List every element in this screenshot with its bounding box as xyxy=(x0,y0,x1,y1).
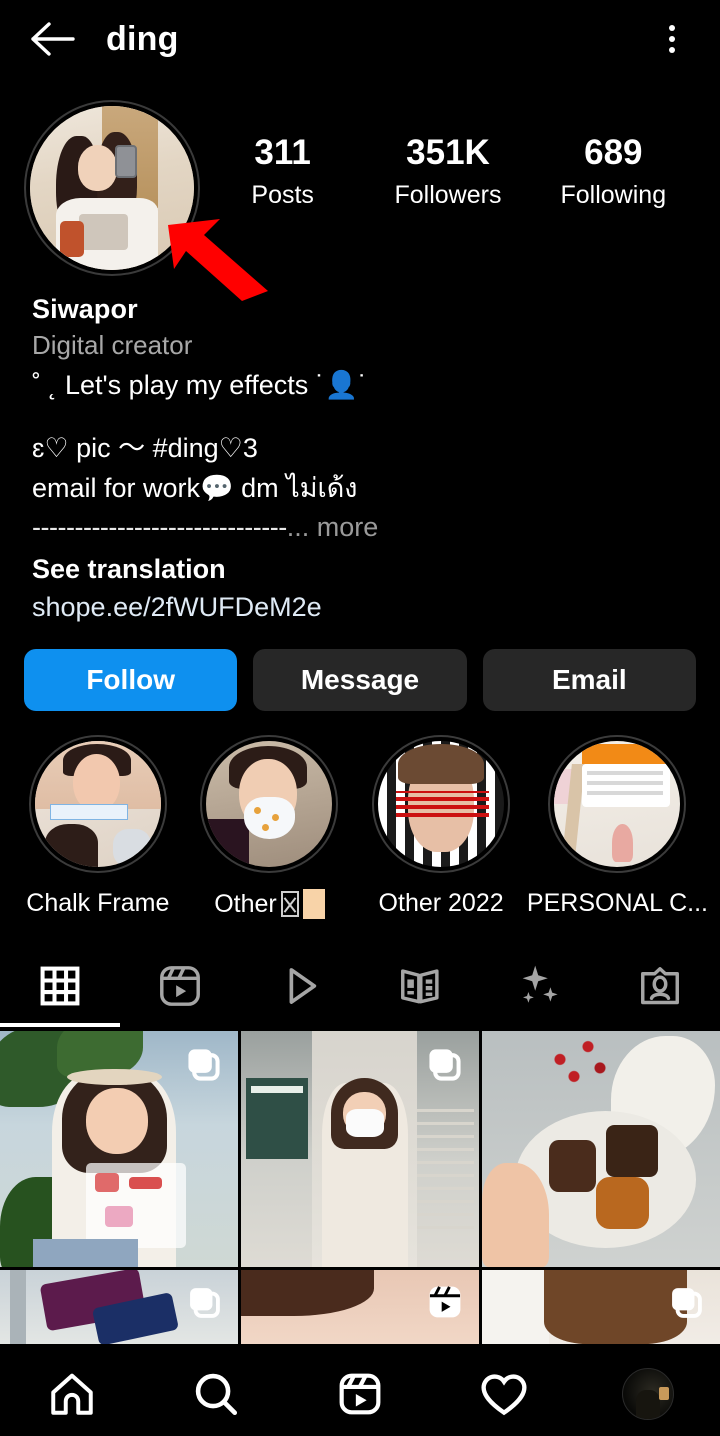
reels-icon xyxy=(339,1373,381,1415)
tab-underline-row xyxy=(0,1023,720,1028)
following-label: Following xyxy=(560,180,667,209)
profile-tabs xyxy=(0,949,720,1023)
home-icon xyxy=(51,1373,93,1415)
follow-button[interactable]: Follow xyxy=(24,649,238,712)
tagged-tab[interactable] xyxy=(600,949,720,1023)
profile-nav[interactable] xyxy=(576,1368,720,1420)
play-icon xyxy=(289,968,317,1004)
guides-tab[interactable] xyxy=(360,949,480,1023)
effects-tab[interactable] xyxy=(480,949,600,1023)
grid-post[interactable] xyxy=(482,1031,720,1268)
grid-tab[interactable] xyxy=(0,949,120,1023)
highlight-cover[interactable] xyxy=(372,735,511,874)
reels-icon xyxy=(423,1280,467,1329)
bottom-navigation xyxy=(0,1352,720,1436)
display-name: Siwapor xyxy=(32,294,138,324)
email-button[interactable]: Email xyxy=(482,649,696,712)
back-arrow-icon[interactable] xyxy=(24,11,80,67)
search-nav[interactable] xyxy=(144,1369,288,1419)
active-tab-underline xyxy=(0,1023,120,1028)
profile-header: 311 Posts 351K Followers 689 Following xyxy=(0,78,720,301)
highlight-cover[interactable] xyxy=(548,735,687,874)
grid-post[interactable] xyxy=(241,1270,479,1345)
highlight-cover[interactable] xyxy=(200,735,339,874)
guides-icon xyxy=(401,969,439,1004)
bio-line-1: ˚ ˛ Let's play my effects ˙👤˙ xyxy=(32,370,368,400)
highlight-other-2022[interactable]: Other 2022 xyxy=(355,735,527,919)
carousel-icon xyxy=(421,1041,467,1092)
highlight-label: Other 2022 xyxy=(378,889,504,918)
stat-posts[interactable]: 311 Posts xyxy=(228,134,338,210)
carousel-icon xyxy=(182,1280,226,1329)
bio-line-3: email for work💬 dm ไม่เด้ง xyxy=(32,472,358,503)
highlight-chalk-frame[interactable]: Chalk Frame xyxy=(12,735,184,919)
grid-post[interactable] xyxy=(0,1031,238,1268)
underline-slot xyxy=(240,1023,360,1027)
posts-label: Posts xyxy=(251,180,314,209)
account-category: Digital creator xyxy=(32,330,193,360)
carousel-icon xyxy=(180,1041,226,1092)
following-count: 689 xyxy=(584,133,643,172)
reels-tab[interactable] xyxy=(120,949,240,1023)
more-options-icon[interactable] xyxy=(648,15,696,63)
instagram-profile-screen: ding 311 Posts 351K Followers 689 Follow… xyxy=(0,0,720,1436)
reels-icon xyxy=(160,966,200,1007)
page-title: ding xyxy=(106,19,179,58)
sparkles-icon xyxy=(522,965,558,1003)
profile-actions: Follow Message Email xyxy=(0,623,720,712)
profile-bio: Siwapor Digital creator ˚ ˛ Let's play m… xyxy=(0,276,720,623)
posts-grid xyxy=(0,1031,720,1345)
underline-slot xyxy=(480,1023,600,1027)
tofu-glyph xyxy=(280,891,299,918)
igtv-tab[interactable] xyxy=(240,949,360,1023)
highlight-label: PERSONAL C... xyxy=(526,889,708,918)
heart-icon xyxy=(481,1374,527,1416)
carousel-icon xyxy=(664,1280,708,1329)
reels-nav[interactable] xyxy=(288,1369,432,1419)
underline-slot xyxy=(600,1023,720,1027)
red-pointer-arrow xyxy=(168,219,268,301)
grid-icon xyxy=(40,966,80,1006)
followers-label: Followers xyxy=(394,180,502,209)
bio-truncation-row: ------------------------------... more xyxy=(32,508,696,548)
app-header: ding xyxy=(0,0,720,78)
highlight-cover[interactable] xyxy=(28,735,167,874)
activity-nav[interactable] xyxy=(432,1368,576,1420)
bio-dashes: ------------------------------ xyxy=(32,512,287,543)
message-button[interactable]: Message xyxy=(253,649,467,712)
more-link[interactable]: ... more xyxy=(287,512,379,542)
tagged-person-icon xyxy=(641,967,679,1005)
stat-followers[interactable]: 351K Followers xyxy=(393,134,503,210)
underline-slot xyxy=(120,1023,240,1027)
underline-slot xyxy=(360,1023,480,1027)
profile-stats: 311 Posts 351K Followers 689 Following xyxy=(200,100,696,210)
peach-square-emoji xyxy=(302,889,325,920)
highlight-other[interactable]: Other xyxy=(184,735,356,920)
grid-post[interactable] xyxy=(0,1270,238,1345)
stat-following[interactable]: 689 Following xyxy=(558,134,668,210)
highlight-personal-color[interactable]: PERSONAL C... xyxy=(527,735,708,919)
see-translation-link[interactable]: See translation xyxy=(32,554,696,585)
avatar-wrapper xyxy=(24,100,268,301)
grid-post[interactable] xyxy=(482,1270,720,1345)
bio-line-2: ɛ♡ pic 〜 #ding♡3 xyxy=(32,433,258,464)
highlight-label: Other xyxy=(214,889,325,920)
profile-avatar[interactable] xyxy=(622,1368,674,1420)
profile-link[interactable]: shope.ee/2fWUFDeM2e xyxy=(32,592,696,623)
followers-count: 351K xyxy=(406,133,490,172)
search-icon xyxy=(195,1373,238,1416)
posts-count: 311 xyxy=(254,133,311,172)
highlight-label: Chalk Frame xyxy=(26,889,170,918)
bio-text-block: ɛ♡ pic 〜 #ding♡3 email for work💬 dm ไม่เ… xyxy=(32,429,696,548)
grid-post[interactable] xyxy=(241,1031,479,1268)
story-highlights: Chalk Frame Other Other 2022 PERSONAL C.… xyxy=(0,711,720,920)
home-nav[interactable] xyxy=(0,1369,144,1419)
